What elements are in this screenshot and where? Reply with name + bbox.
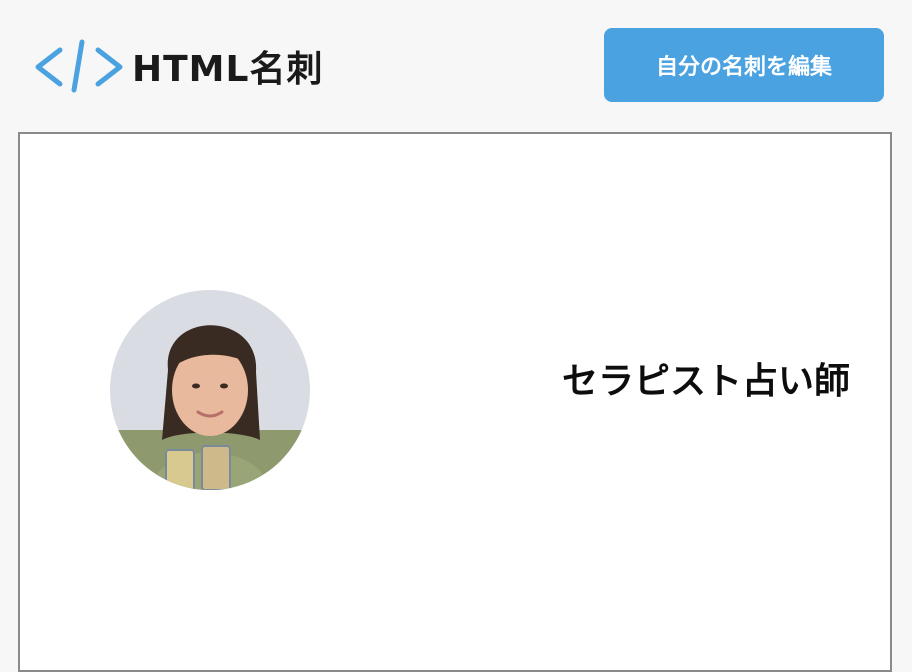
job-title: セラピスト占い師 bbox=[561, 361, 850, 402]
edit-my-card-button[interactable]: 自分の名刺を編集 bbox=[604, 28, 884, 102]
code-brackets-icon bbox=[35, 39, 123, 93]
profile-photo bbox=[110, 290, 310, 490]
business-card: セラピスト占い師 bbox=[18, 132, 892, 672]
app-logo[interactable]: HTML名刺 bbox=[34, 34, 323, 98]
avatar bbox=[110, 290, 310, 490]
app-header: HTML名刺 自分の名刺を編集 bbox=[0, 0, 912, 132]
logo-text: HTML名刺 bbox=[132, 49, 324, 90]
